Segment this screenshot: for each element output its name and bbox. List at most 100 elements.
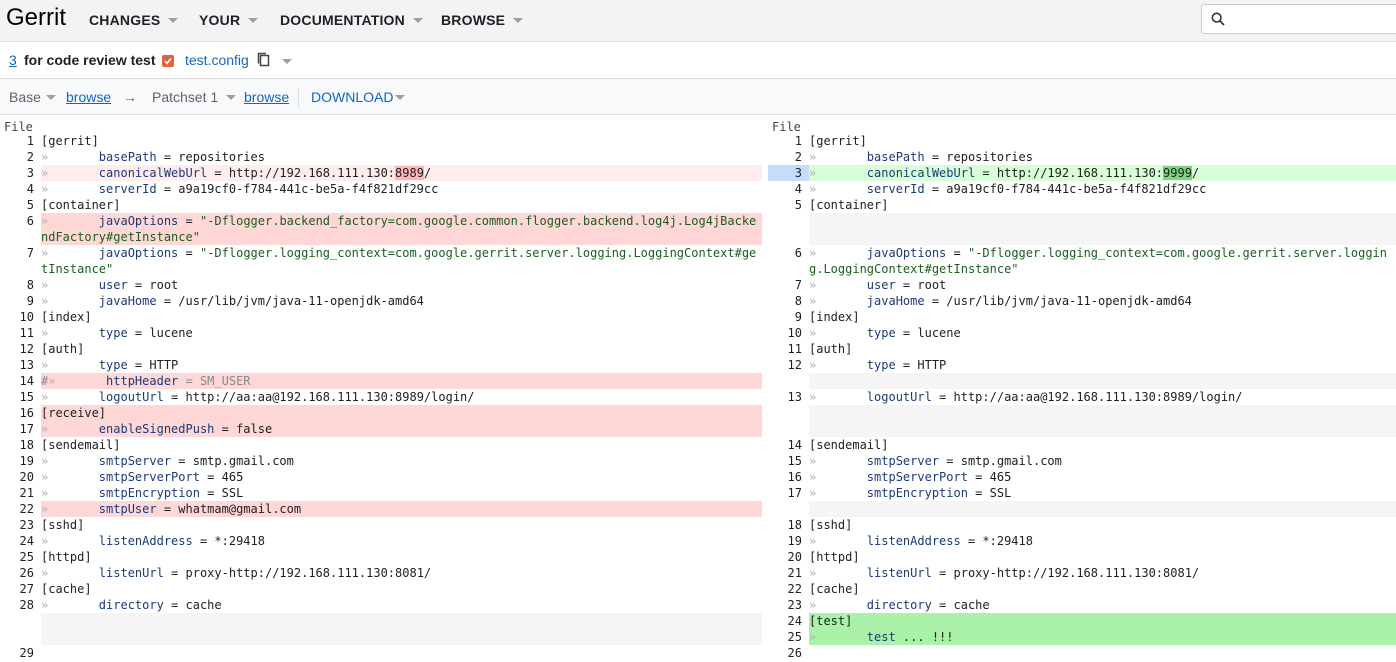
line-number[interactable]: 28 bbox=[0, 597, 41, 613]
line-number[interactable]: 3 bbox=[768, 165, 809, 181]
line-number[interactable]: 5 bbox=[768, 197, 809, 213]
download-button[interactable]: DOWNLOAD bbox=[311, 89, 393, 105]
line-number[interactable]: 13 bbox=[0, 357, 41, 373]
search-input[interactable] bbox=[1201, 4, 1396, 34]
line-number[interactable]: 18 bbox=[768, 517, 809, 533]
config-key: directory bbox=[98, 598, 164, 612]
tab-marker: » bbox=[809, 390, 867, 404]
config-key: enableSignedPush bbox=[98, 422, 215, 436]
copy-icon[interactable] bbox=[257, 52, 271, 73]
line-number[interactable]: 9 bbox=[768, 309, 809, 325]
line-number[interactable]: 1 bbox=[768, 133, 809, 149]
config-value: = smtp.gmail.com bbox=[939, 454, 1062, 468]
tab-marker: » bbox=[48, 374, 107, 388]
line-number[interactable]: 22 bbox=[0, 501, 41, 517]
line-number[interactable]: 13 bbox=[768, 389, 809, 405]
code-line: » smtpServerPort = 465 bbox=[809, 469, 1396, 485]
line-number[interactable]: 17 bbox=[0, 421, 41, 437]
line-number[interactable]: 7 bbox=[768, 277, 809, 293]
line-number[interactable]: 20 bbox=[0, 469, 41, 485]
line-number[interactable]: 9 bbox=[0, 293, 41, 309]
diff-row: 15» smtpServer = smtp.gmail.com bbox=[768, 453, 1396, 469]
line-number[interactable]: 23 bbox=[768, 597, 809, 613]
change-number-link[interactable]: 3 bbox=[9, 52, 17, 68]
line-number[interactable]: 15 bbox=[768, 453, 809, 469]
nav-documentation[interactable]: DOCUMENTATION bbox=[280, 12, 423, 28]
line-number[interactable]: 25 bbox=[768, 629, 809, 645]
base-selector[interactable]: Base bbox=[9, 89, 41, 105]
base-dropdown-chevron-icon[interactable] bbox=[46, 95, 56, 100]
line-number[interactable]: 26 bbox=[768, 645, 809, 661]
diff-row: 1 [gerrit] bbox=[768, 133, 1396, 149]
code-line bbox=[809, 501, 1396, 517]
file-dropdown-chevron-icon[interactable] bbox=[282, 59, 292, 64]
diff-row: 11» type = lucene bbox=[0, 325, 762, 341]
download-chevron-icon[interactable] bbox=[395, 95, 405, 100]
line-number[interactable]: 7 bbox=[0, 245, 41, 261]
line-number[interactable]: 3 bbox=[0, 165, 41, 181]
line-number[interactable]: 29 bbox=[0, 645, 41, 661]
line-number[interactable]: 6 bbox=[0, 213, 41, 229]
line-number[interactable]: 2 bbox=[0, 149, 41, 165]
line-number[interactable]: 21 bbox=[768, 565, 809, 581]
line-number[interactable]: 8 bbox=[768, 293, 809, 309]
line-number[interactable]: 8 bbox=[0, 277, 41, 293]
line-number[interactable]: 24 bbox=[768, 613, 809, 629]
line-number[interactable]: 2 bbox=[768, 149, 809, 165]
reviewed-checkbox[interactable] bbox=[162, 55, 174, 67]
config-value: = SM_USER bbox=[178, 374, 251, 388]
line-number[interactable]: 10 bbox=[768, 325, 809, 341]
line-number[interactable]: 15 bbox=[0, 389, 41, 405]
diff-row: 20» smtpServerPort = 465 bbox=[0, 469, 762, 485]
config-value: = http://192.168.111.130: bbox=[207, 166, 396, 180]
tab-marker: » bbox=[41, 390, 99, 404]
patchset-selector[interactable]: Patchset 1 bbox=[152, 89, 218, 105]
line-number[interactable]: 11 bbox=[0, 325, 41, 341]
line-number[interactable]: 22 bbox=[768, 581, 809, 597]
code-line: » type = HTTP bbox=[41, 357, 762, 373]
line-number[interactable]: 18 bbox=[0, 437, 41, 453]
line-number[interactable]: 14 bbox=[0, 373, 41, 389]
browse-patchset-link[interactable]: browse bbox=[244, 89, 289, 105]
line-number[interactable]: 12 bbox=[768, 357, 809, 373]
nav-browse[interactable]: BROWSE bbox=[441, 12, 524, 28]
line-number[interactable]: 16 bbox=[768, 469, 809, 485]
line-number[interactable]: 16 bbox=[0, 405, 41, 421]
code-line: » serverId = a9a19cf0-f784-441c-be5a-f4f… bbox=[809, 181, 1396, 197]
line-number[interactable]: 20 bbox=[768, 549, 809, 565]
line-number[interactable]: 12 bbox=[0, 341, 41, 357]
line-number[interactable]: 4 bbox=[768, 181, 809, 197]
nav-changes[interactable]: CHANGES bbox=[89, 12, 179, 28]
search-icon bbox=[1211, 12, 1225, 26]
line-number[interactable]: 19 bbox=[768, 533, 809, 549]
nav-your[interactable]: YOUR bbox=[199, 12, 259, 28]
gerrit-logo[interactable]: Gerrit bbox=[6, 4, 66, 32]
tab-marker: » bbox=[809, 566, 867, 580]
diff-row: 22 [cache] bbox=[768, 581, 1396, 597]
line-number[interactable]: 25 bbox=[0, 549, 41, 565]
line-number[interactable]: 19 bbox=[0, 453, 41, 469]
config-key: canonicalWebUrl bbox=[98, 166, 208, 180]
line-number[interactable]: 26 bbox=[0, 565, 41, 581]
tab-marker: » bbox=[809, 630, 867, 644]
line-number[interactable]: 27 bbox=[0, 581, 41, 597]
patchset-dropdown-chevron-icon[interactable] bbox=[226, 95, 236, 100]
line-number[interactable]: 21 bbox=[0, 485, 41, 501]
line-number[interactable]: 10 bbox=[0, 309, 41, 325]
code-line: [container] bbox=[41, 198, 121, 212]
line-number[interactable]: 6 bbox=[768, 245, 809, 261]
config-value: = bbox=[946, 246, 968, 260]
config-key: directory bbox=[866, 598, 932, 612]
line-number[interactable]: 14 bbox=[768, 437, 809, 453]
code-line: [httpd] bbox=[809, 550, 860, 564]
line-number[interactable]: 1 bbox=[0, 133, 41, 149]
browse-base-link[interactable]: browse bbox=[66, 89, 111, 105]
line-number[interactable]: 11 bbox=[768, 341, 809, 357]
line-number[interactable]: 17 bbox=[768, 485, 809, 501]
line-number[interactable]: 23 bbox=[0, 517, 41, 533]
code-line: [receive] bbox=[41, 405, 762, 421]
line-number[interactable]: 4 bbox=[0, 181, 41, 197]
line-number[interactable]: 5 bbox=[0, 197, 41, 213]
chevron-down-icon bbox=[248, 17, 259, 23]
line-number[interactable]: 24 bbox=[0, 533, 41, 549]
